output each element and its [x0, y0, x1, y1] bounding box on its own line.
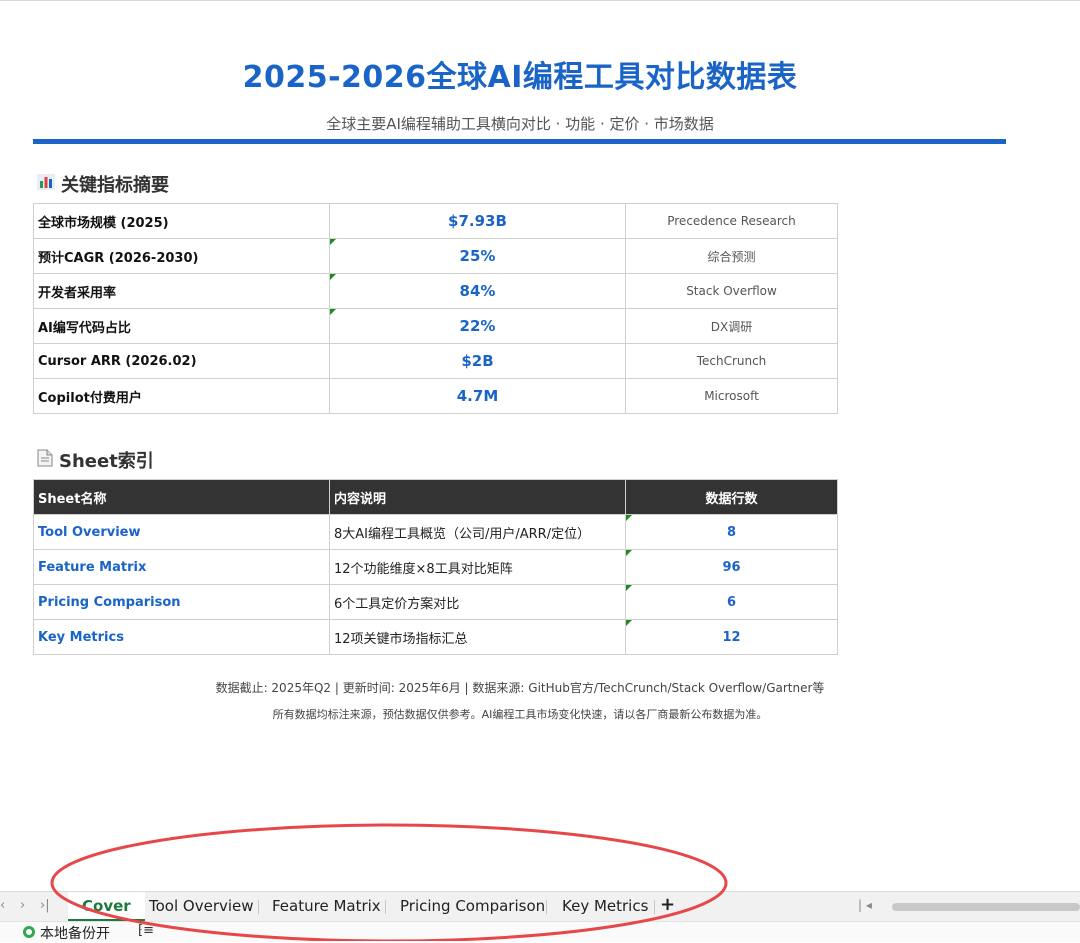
tab-tool-overview[interactable]: Tool Overview — [143, 892, 260, 921]
scroll-left-icon[interactable]: | ◂ — [858, 898, 872, 912]
tab-key-metrics[interactable]: Key Metrics — [556, 892, 654, 921]
sheet-row-count[interactable]: 6 — [625, 584, 838, 620]
table-row: Feature Matrix 12个功能维度×8工具对比矩阵 96 — [33, 549, 838, 585]
sheet-link[interactable]: Pricing Comparison — [33, 584, 330, 620]
table-row: Key Metrics 12项关键市场指标汇总 12 — [33, 619, 838, 655]
table-row: 预计CAGR (2026-2030) 25% 综合预测 — [33, 238, 838, 274]
sheet-description[interactable]: 12个功能维度×8工具对比矩阵 — [329, 549, 626, 585]
sheet-row-count[interactable]: 12 — [625, 619, 838, 655]
metric-value[interactable]: $2B — [329, 343, 626, 379]
table-row: AI编写代码占比 22% DX调研 — [33, 308, 838, 344]
next-sheet-icon[interactable]: › — [20, 898, 25, 913]
table-row: 开发者采用率 84% Stack Overflow — [33, 273, 838, 309]
tab-separator — [258, 900, 259, 914]
metric-source[interactable]: 综合预测 — [625, 238, 838, 274]
metric-source[interactable]: Stack Overflow — [625, 273, 838, 309]
sheets-heading-text: Sheet索引 — [59, 451, 154, 472]
column-header[interactable]: Sheet名称 — [33, 479, 330, 515]
metrics-table: 全球市场规模 (2025) $7.93B Precedence Research… — [33, 203, 838, 414]
list-icon[interactable]: ⁅≡ — [138, 923, 154, 938]
sheets-heading: Sheet索引 — [37, 447, 154, 473]
metric-label[interactable]: 全球市场规模 (2025) — [33, 203, 330, 239]
sheet-index-table: Sheet名称 内容说明 数据行数 Tool Overview 8大AI编程工具… — [33, 479, 838, 655]
metric-value[interactable]: 4.7M — [329, 378, 626, 414]
sheet-description[interactable]: 12项关键市场指标汇总 — [329, 619, 626, 655]
sheet-tab-bar: ‹ › ›| Cover Tool Overview Feature Matri… — [0, 891, 1080, 921]
sheet-row-count[interactable]: 96 — [625, 549, 838, 585]
last-sheet-icon[interactable]: ›| — [40, 898, 50, 913]
horizontal-scrollbar[interactable] — [892, 903, 1080, 911]
table-row: Tool Overview 8大AI编程工具概览（公司/用户/ARR/定位） 8 — [33, 514, 838, 550]
table-row: Copilot付费用户 4.7M Microsoft — [33, 378, 838, 414]
metric-source[interactable]: TechCrunch — [625, 343, 838, 379]
metric-value[interactable]: 22% — [329, 308, 626, 344]
disclaimer-note: 所有数据均标注来源，预估数据仅供参考。AI编程工具市场变化快速，请以各厂商最新公… — [272, 708, 768, 721]
table-row: Cursor ARR (2026.02) $2B TechCrunch — [33, 343, 838, 379]
status-bar: 本地备份开 ⁅≡ — [0, 921, 1080, 942]
data-source-note: 数据截止: 2025年Q2 | 更新时间: 2025年6月 | 数据来源: Gi… — [215, 681, 825, 695]
prev-sheet-icon[interactable]: ‹ — [0, 898, 5, 913]
table-row: Pricing Comparison 6个工具定价方案对比 6 — [33, 584, 838, 620]
metric-source[interactable]: DX调研 — [625, 308, 838, 344]
metric-value[interactable]: $7.93B — [329, 203, 626, 239]
metric-label[interactable]: Cursor ARR (2026.02) — [33, 343, 330, 379]
metrics-heading: 关键指标摘要 — [37, 171, 169, 197]
metric-label[interactable]: Copilot付费用户 — [33, 378, 330, 414]
document-icon — [37, 449, 53, 472]
tab-cover[interactable]: Cover — [68, 892, 145, 921]
column-header[interactable]: 内容说明 — [329, 479, 626, 515]
bar-chart-icon — [37, 173, 55, 195]
backup-status-text[interactable]: 本地备份开 — [40, 923, 110, 943]
metric-source[interactable]: Precedence Research — [625, 203, 838, 239]
sheet-link[interactable]: Feature Matrix — [33, 549, 330, 585]
metric-value[interactable]: 25% — [329, 238, 626, 274]
table-header-row: Sheet名称 内容说明 数据行数 — [33, 479, 838, 515]
backup-status-icon — [23, 926, 35, 938]
tab-pricing-comparison[interactable]: Pricing Comparison — [394, 892, 551, 921]
metric-label[interactable]: 开发者采用率 — [33, 273, 330, 309]
sheet-description[interactable]: 6个工具定价方案对比 — [329, 584, 626, 620]
top-border — [0, 0, 1080, 1]
sheet-link[interactable]: Key Metrics — [33, 619, 330, 655]
tab-feature-matrix[interactable]: Feature Matrix — [266, 892, 387, 921]
column-header[interactable]: 数据行数 — [625, 479, 838, 515]
sheet-description[interactable]: 8大AI编程工具概览（公司/用户/ARR/定位） — [329, 514, 626, 550]
page-subtitle: 全球主要AI编程辅助工具横向对比 · 功能 · 定价 · 市场数据 — [326, 115, 714, 133]
tab-separator — [385, 900, 386, 914]
page-title: 2025-2026全球AI编程工具对比数据表 — [242, 60, 798, 95]
tab-separator — [546, 900, 547, 914]
metric-value[interactable]: 84% — [329, 273, 626, 309]
metrics-heading-text: 关键指标摘要 — [61, 175, 169, 196]
add-sheet-button[interactable]: + — [660, 894, 675, 915]
sheet-link[interactable]: Tool Overview — [33, 514, 330, 550]
tab-separator — [654, 900, 655, 914]
metric-label[interactable]: 预计CAGR (2026-2030) — [33, 238, 330, 274]
title-divider — [33, 139, 1006, 144]
sheet-row-count[interactable]: 8 — [625, 514, 838, 550]
table-row: 全球市场规模 (2025) $7.93B Precedence Research — [33, 203, 838, 239]
metric-label[interactable]: AI编写代码占比 — [33, 308, 330, 344]
metric-source[interactable]: Microsoft — [625, 378, 838, 414]
